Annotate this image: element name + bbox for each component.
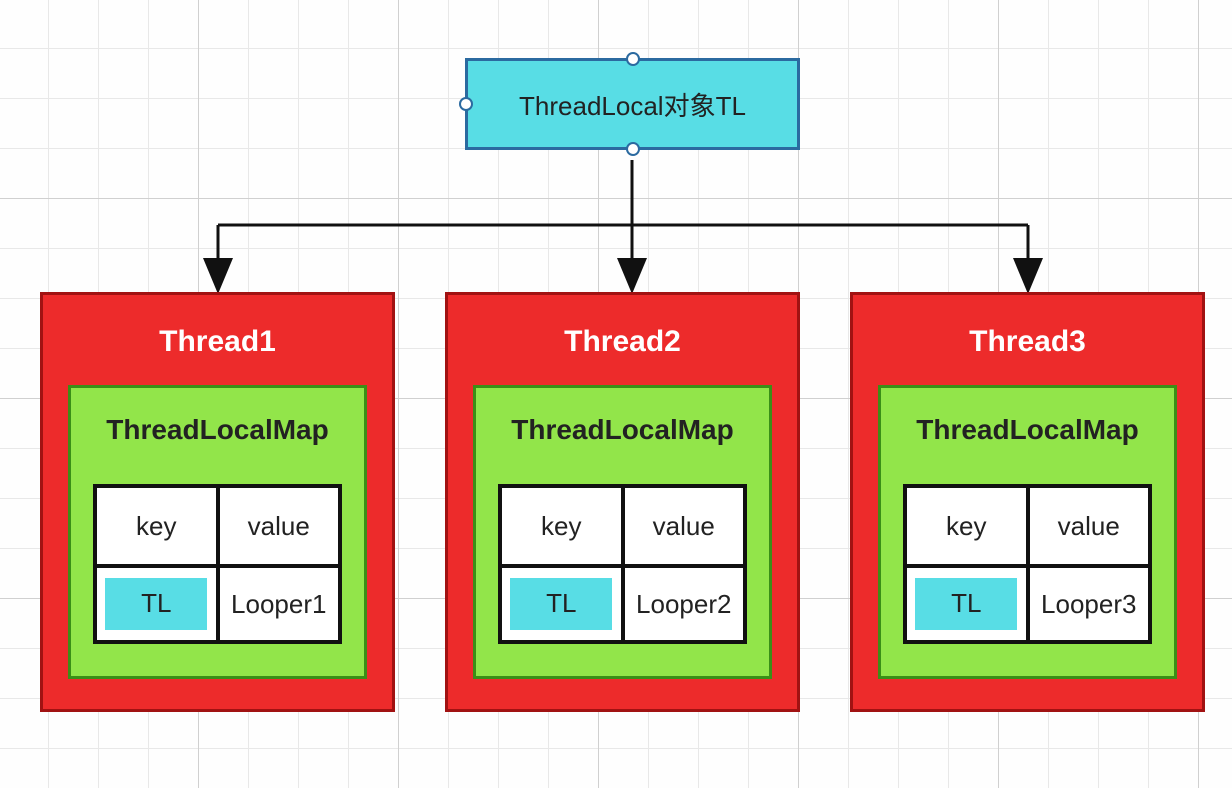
key-header-cell: key [907, 488, 1026, 564]
diagram-stage: ThreadLocal对象TL Thread1 ThreadLocalMap k… [0, 0, 1232, 788]
table-row: TL Looper2 [502, 564, 743, 640]
value-header-cell: value [1026, 488, 1149, 564]
threadlocalmap-title: ThreadLocalMap [881, 414, 1174, 446]
tl-chip: TL [105, 578, 207, 630]
kv-table: key value TL Looper2 [498, 484, 747, 644]
kv-table: key value TL Looper1 [93, 484, 342, 644]
tl-chip: TL [915, 578, 1017, 630]
key-header-cell: key [502, 488, 621, 564]
thread-box-1: Thread1 ThreadLocalMap key value TL Loop… [40, 292, 395, 712]
key-cell: TL [97, 568, 216, 640]
connector-handle-icon [626, 142, 640, 156]
threadlocalmap-box: ThreadLocalMap key value TL Looper1 [68, 385, 367, 679]
value-header-cell: value [216, 488, 339, 564]
threadlocalmap-box: ThreadLocalMap key value TL Looper2 [473, 385, 772, 679]
connector-handle-icon [459, 97, 473, 111]
kv-table: key value TL Looper3 [903, 484, 1152, 644]
threadlocalmap-box: ThreadLocalMap key value TL Looper3 [878, 385, 1177, 679]
key-cell: TL [502, 568, 621, 640]
threadlocalmap-title: ThreadLocalMap [71, 414, 364, 446]
threadlocal-node-label: ThreadLocal对象TL [519, 86, 746, 123]
threadlocalmap-title: ThreadLocalMap [476, 414, 769, 446]
table-row: key value [907, 488, 1148, 564]
connector-handle-icon [626, 52, 640, 66]
thread-title: Thread1 [43, 325, 392, 359]
table-row: TL Looper3 [907, 564, 1148, 640]
table-row: key value [97, 488, 338, 564]
thread-title: Thread3 [853, 325, 1202, 359]
value-header-cell: value [621, 488, 744, 564]
threadlocal-node: ThreadLocal对象TL [465, 58, 800, 150]
value-cell: Looper3 [1026, 568, 1149, 640]
value-cell: Looper1 [216, 568, 339, 640]
thread-box-3: Thread3 ThreadLocalMap key value TL Loop… [850, 292, 1205, 712]
thread-title: Thread2 [448, 325, 797, 359]
key-header-cell: key [97, 488, 216, 564]
key-cell: TL [907, 568, 1026, 640]
thread-box-2: Thread2 ThreadLocalMap key value TL Loop… [445, 292, 800, 712]
table-row: TL Looper1 [97, 564, 338, 640]
value-cell: Looper2 [621, 568, 744, 640]
tl-chip: TL [510, 578, 612, 630]
table-row: key value [502, 488, 743, 564]
